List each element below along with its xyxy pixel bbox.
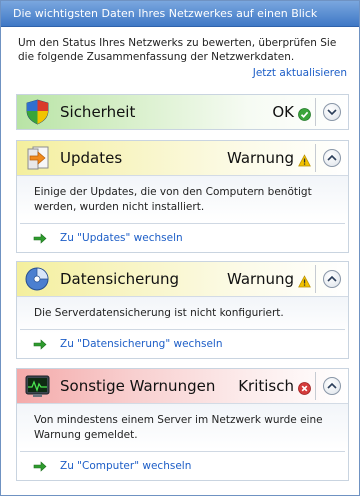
backup-description: Die Serverdatensicherung ist nicht konfi… (34, 307, 284, 319)
ok-check-icon (298, 106, 311, 121)
backup-title: Datensicherung (60, 270, 180, 288)
refresh-link[interactable]: Jetzt aktualisieren (1, 66, 359, 80)
backup-header[interactable]: Datensicherung Warnung (17, 262, 348, 296)
header-divider (315, 265, 316, 293)
other-warnings-header[interactable]: Sonstige Warnungen Kritisch (17, 369, 348, 403)
other-warnings-description: Von mindestens einem Server im Netzwerk … (34, 414, 323, 441)
go-to-backup-link[interactable]: Zu "Datensicherung" wechseln (17, 330, 348, 358)
network-summary-panel: Die wichtigsten Daten Ihres Netzwerkes a… (0, 0, 360, 496)
collapse-button[interactable] (323, 377, 341, 395)
updates-title: Updates (60, 149, 123, 167)
shield-icon (24, 99, 51, 125)
collapse-button[interactable] (323, 149, 341, 167)
updates-description: Einige der Updates, die von den Computer… (34, 186, 312, 213)
updates-status: Warnung (226, 149, 294, 167)
critical-icon (298, 380, 311, 395)
green-arrow-icon (33, 233, 47, 244)
other-warnings-title: Sonstige Warnungen (60, 377, 216, 395)
collapse-button[interactable] (323, 270, 341, 288)
other-warnings-section: Sonstige Warnungen Kritisch Von mindeste… (16, 368, 349, 481)
green-arrow-icon (33, 339, 47, 350)
intro-text: Um den Status Ihres Netzwerks zu bewerte… (18, 37, 337, 63)
link-label: Zu "Datensicherung" wechseln (60, 338, 223, 350)
security-title: Sicherheit (60, 103, 136, 121)
backup-body: Die Serverdatensicherung ist nicht konfi… (17, 296, 348, 358)
warning-icon (298, 152, 311, 167)
security-section: Sicherheit OK (16, 94, 349, 130)
backup-status: Warnung (226, 270, 294, 288)
green-arrow-icon (33, 461, 47, 472)
header-divider (315, 98, 316, 126)
chevron-down-icon (327, 109, 337, 116)
link-label: Zu "Updates" wechseln (60, 232, 183, 244)
updates-header[interactable]: Updates Warnung (17, 141, 348, 175)
chevron-up-icon (327, 275, 337, 282)
security-header[interactable]: Sicherheit OK (17, 95, 348, 129)
monitor-icon (24, 373, 51, 399)
header-divider (315, 372, 316, 400)
backup-section: Datensicherung Warnung Die Serverdatensi… (16, 261, 349, 359)
link-label: Zu "Computer" wechseln (60, 460, 192, 472)
panel-title: Die wichtigsten Daten Ihres Netzwerkes a… (1, 1, 359, 27)
chevron-up-icon (327, 382, 337, 389)
header-divider (315, 144, 316, 172)
chevron-up-icon (327, 154, 337, 161)
expand-button[interactable] (323, 103, 341, 121)
updates-section: Updates Warnung Einige der Updates, die … (16, 140, 349, 253)
updates-icon (24, 145, 51, 171)
other-warnings-status: Kritisch (238, 377, 294, 395)
other-warnings-body: Von mindestens einem Server im Netzwerk … (17, 403, 348, 480)
go-to-computers-link[interactable]: Zu "Computer" wechseln (17, 452, 348, 480)
updates-body: Einige der Updates, die von den Computer… (17, 175, 348, 252)
warning-icon (298, 273, 311, 288)
go-to-updates-link[interactable]: Zu "Updates" wechseln (17, 224, 348, 252)
security-status: OK (272, 103, 294, 121)
backup-icon (24, 266, 51, 292)
